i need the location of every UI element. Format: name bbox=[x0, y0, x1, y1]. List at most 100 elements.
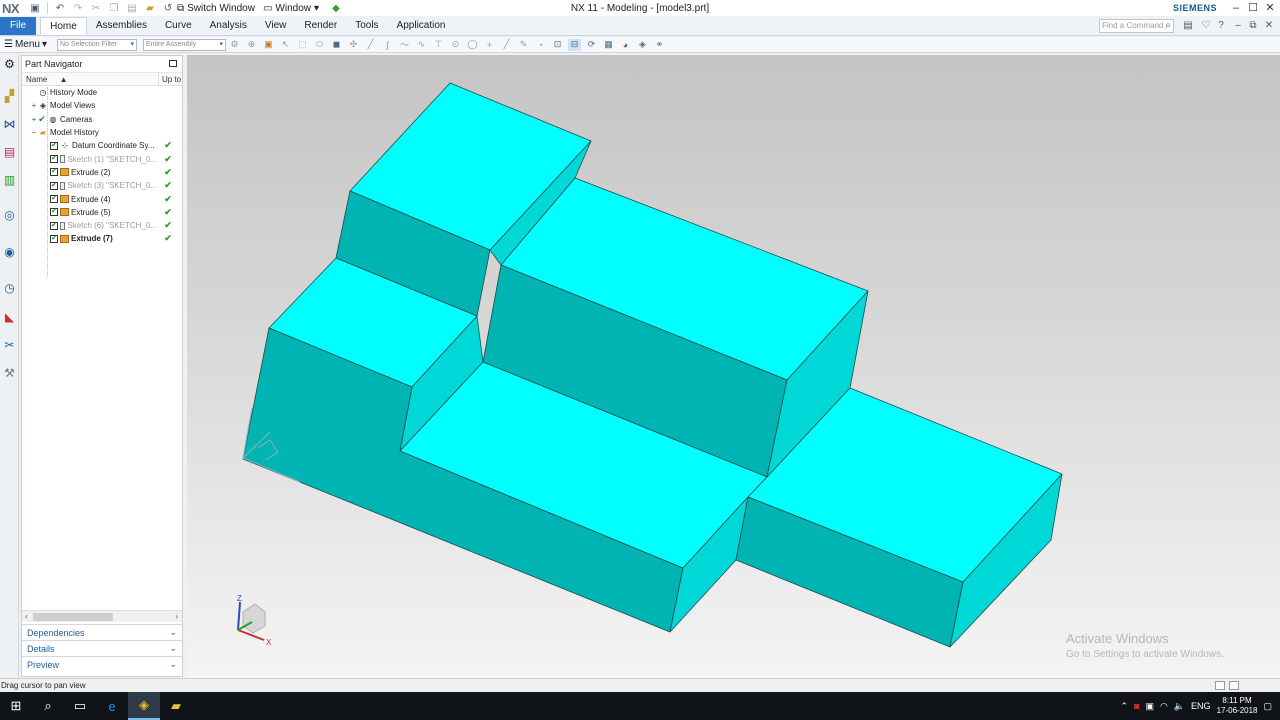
tree-expander-icon[interactable]: + bbox=[30, 115, 38, 124]
up-to-date-column-header[interactable]: Up to bbox=[159, 73, 181, 85]
doc-close-icon[interactable]: ✕ bbox=[1263, 20, 1275, 32]
edge-browser-icon[interactable]: e bbox=[96, 692, 128, 720]
tree-node[interactable]: ✔ Extrude (2) ✔ bbox=[22, 166, 182, 179]
gear-icon[interactable]: ⚙ bbox=[2, 56, 17, 71]
status-fullscreen-icon[interactable] bbox=[1229, 681, 1239, 690]
tray-wifi-icon[interactable]: ◠ bbox=[1160, 701, 1168, 712]
tab-home[interactable]: Home bbox=[40, 17, 87, 35]
cut-icon[interactable]: ✂ bbox=[89, 2, 103, 14]
favorite-icon[interactable]: ♡ bbox=[1200, 20, 1212, 32]
touch-mode-icon[interactable]: ◆ bbox=[329, 2, 343, 14]
tab-file[interactable]: File bbox=[0, 17, 37, 35]
tab-application[interactable]: Application bbox=[388, 17, 455, 35]
checkbox-icon[interactable]: ✔ bbox=[50, 141, 58, 150]
diagonal-snap-icon[interactable]: ╱ bbox=[500, 39, 513, 51]
curve-icon[interactable]: ∫ bbox=[381, 39, 394, 51]
selection-scope-select[interactable]: Entire Assembly bbox=[143, 38, 227, 51]
paste-icon[interactable]: ▤ bbox=[125, 2, 139, 14]
render-style-icon[interactable]: ◕ bbox=[619, 39, 632, 51]
close-button[interactable]: ✕ bbox=[1262, 0, 1278, 16]
tree-expander-icon[interactable]: − bbox=[30, 128, 38, 137]
ribbon-options-icon[interactable]: ▤ bbox=[1182, 20, 1194, 32]
language-indicator[interactable]: ENG bbox=[1191, 701, 1211, 711]
tree-node[interactable]: ✔ Extrude (5) ✔ bbox=[22, 206, 182, 219]
window-menu-button[interactable]: ▭ Window ▾ bbox=[263, 3, 319, 14]
tree-expander-icon[interactable]: + bbox=[30, 101, 38, 110]
checkbox-icon[interactable]: ✔ bbox=[50, 208, 58, 217]
snap-icon[interactable]: ⚙ bbox=[228, 39, 241, 51]
tab-render[interactable]: Render bbox=[295, 17, 346, 35]
repeat-command-icon[interactable]: ↺ bbox=[161, 2, 175, 14]
tree-node[interactable]: − ▰ Model History bbox=[22, 126, 182, 139]
notifications-icon[interactable]: ▢ bbox=[1263, 701, 1272, 712]
nx-app-icon[interactable]: ◈ bbox=[128, 692, 160, 720]
spline-icon[interactable]: 〜 bbox=[398, 39, 411, 51]
dependencies-section[interactable]: Dependencies ⌄ bbox=[22, 624, 182, 640]
reuse-library-icon[interactable]: ▥ bbox=[2, 172, 17, 187]
center-icon[interactable]: ⊙ bbox=[449, 39, 462, 51]
checkbox-icon[interactable]: ✔ bbox=[50, 195, 58, 204]
tab-tools[interactable]: Tools bbox=[346, 17, 387, 35]
orient-view-icon[interactable]: ▦ bbox=[602, 39, 615, 51]
copy-icon[interactable]: ❐ bbox=[107, 2, 121, 14]
line-icon[interactable]: ╱ bbox=[364, 39, 377, 51]
preview-section[interactable]: Preview ⌄ bbox=[22, 656, 182, 672]
undo-icon[interactable]: ↶ bbox=[53, 2, 67, 14]
clock[interactable]: 8:11 PM 17-06-2018 bbox=[1217, 696, 1258, 716]
hd3d-tools-icon[interactable]: ◎ bbox=[2, 207, 17, 222]
point-icon[interactable]: ⊤ bbox=[432, 39, 445, 51]
select-edge-icon[interactable]: ✣ bbox=[347, 39, 360, 51]
history-icon[interactable]: ◷ bbox=[2, 280, 17, 295]
part-navigator-icon[interactable]: ▤ bbox=[2, 144, 17, 159]
checkbox-icon[interactable]: ✔ bbox=[50, 181, 58, 190]
select-body-icon[interactable]: ⬭ bbox=[313, 39, 326, 51]
search-icon[interactable]: ⌕ bbox=[32, 692, 64, 720]
roles-icon[interactable]: ⚒ bbox=[2, 365, 17, 380]
doc-minimize-icon[interactable]: – bbox=[1232, 20, 1244, 32]
assembly-navigator-icon[interactable]: ▞ bbox=[2, 88, 17, 103]
selection-filter-select[interactable]: No Selection Filter bbox=[57, 38, 138, 51]
tree-node[interactable]: ✔ ⊹ Datum Coordinate Sy... ✔ bbox=[22, 139, 182, 152]
help-icon[interactable]: ? bbox=[1215, 20, 1227, 32]
file-explorer-icon[interactable]: ▰ bbox=[160, 692, 192, 720]
save-icon[interactable]: ▣ bbox=[28, 2, 42, 14]
scroll-right-icon[interactable]: › bbox=[175, 611, 178, 623]
graphics-window[interactable]: Z X Activate Windows Go to Settings to a… bbox=[187, 55, 1280, 678]
wave-icon[interactable]: ∿ bbox=[415, 39, 428, 51]
tray-network-icon[interactable]: ▣ bbox=[1145, 701, 1154, 712]
background-icon[interactable]: ⚭ bbox=[653, 39, 666, 51]
horizontal-scrollbar[interactable]: ‹ › bbox=[22, 610, 182, 622]
checkbox-icon[interactable]: ✔ bbox=[50, 168, 58, 177]
search-icon[interactable]: ⌕ bbox=[1162, 20, 1174, 32]
switch-window-button[interactable]: ⧉ Switch Window bbox=[177, 3, 255, 14]
tab-analysis[interactable]: Analysis bbox=[201, 17, 256, 35]
rotate-icon[interactable]: ⟳ bbox=[585, 39, 598, 51]
tree-node[interactable]: + ✔ ◍ Cameras bbox=[22, 113, 182, 126]
model-viewport[interactable]: Z X bbox=[187, 55, 1280, 678]
select-all-icon[interactable]: ↖ bbox=[279, 39, 292, 51]
stepped-block-model[interactable] bbox=[242, 82, 1063, 648]
constraint-navigator-icon[interactable]: ⋈ bbox=[2, 116, 17, 131]
volume-icon[interactable]: 🔈 bbox=[1174, 701, 1185, 712]
shaded-icon[interactable]: ◈ bbox=[636, 39, 649, 51]
details-section[interactable]: Details ⌄ bbox=[22, 640, 182, 656]
chevron-up-icon[interactable]: ⌃ bbox=[1120, 701, 1128, 712]
select-feature-icon[interactable]: ▣ bbox=[262, 39, 275, 51]
checkbox-icon[interactable]: ✔ bbox=[50, 155, 58, 164]
tree-node[interactable]: + ◈ Model Views bbox=[22, 99, 182, 112]
name-column-header[interactable]: Name ▲ bbox=[22, 73, 159, 85]
windows-start-icon[interactable]: ⊞ bbox=[0, 692, 32, 720]
tab-curve[interactable]: Curve bbox=[156, 17, 201, 35]
checkbox-icon[interactable]: ✔ bbox=[38, 115, 46, 124]
circle-snap-icon[interactable]: ◯ bbox=[466, 39, 479, 51]
menu-button[interactable]: ☰ Menu ▾ bbox=[0, 39, 51, 50]
status-grid-icon[interactable] bbox=[1215, 681, 1225, 690]
open-icon[interactable]: ▰ bbox=[143, 2, 157, 14]
tree-node[interactable]: ✔ Sketch (6) "SKETCH_0... ✔ bbox=[22, 219, 182, 232]
pan-icon[interactable]: ⊟ bbox=[568, 38, 582, 51]
tree-node[interactable]: ✔ Extrude (4) ✔ bbox=[22, 192, 182, 205]
tray-app-icon[interactable]: ◙ bbox=[1134, 701, 1139, 711]
tree-node[interactable]: ✔ Extrude (7) ✔ bbox=[22, 232, 182, 245]
view-fit-icon[interactable]: ◔ bbox=[534, 39, 547, 51]
tree-node[interactable]: ✔ Sketch (3) "SKETCH_0... ✔ bbox=[22, 179, 182, 192]
